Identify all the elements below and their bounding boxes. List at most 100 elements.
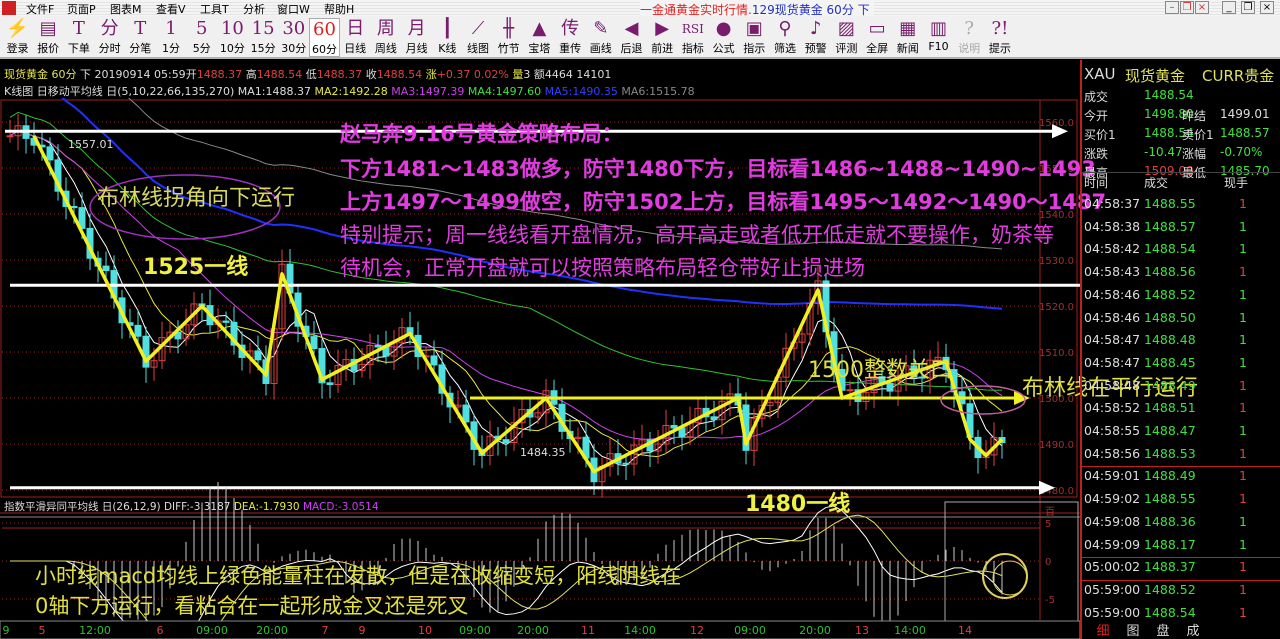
toolbar-label: 30分 bbox=[281, 42, 307, 55]
tick-volume: 1 bbox=[1239, 241, 1247, 257]
indicator-icon: ▣ bbox=[745, 18, 763, 39]
tick-price: 1488.55 bbox=[1144, 196, 1196, 211]
candle-body bbox=[622, 462, 630, 465]
time-axis-label: 14:00 bbox=[894, 624, 926, 637]
toolbar-label: 公式 bbox=[712, 42, 735, 55]
monthly-icon: 月 bbox=[407, 18, 426, 39]
bar-datetime: 20190914 05:59 bbox=[94, 68, 186, 81]
tab-trades[interactable]: 成 bbox=[1178, 620, 1208, 639]
child-restore-button[interactable]: ❐ bbox=[1180, 1, 1194, 14]
quote-label: 成交 bbox=[1084, 90, 1109, 104]
toolbar-button-60min[interactable]: 60 60分 bbox=[309, 18, 340, 57]
menu-chart[interactable]: 图表M bbox=[110, 1, 142, 17]
toolbar-button-evaluate[interactable]: ▨ 评测 bbox=[831, 18, 862, 57]
toolbar-button-login[interactable]: ⚡ 登录 bbox=[2, 18, 33, 57]
menu-analysis[interactable]: 分析 bbox=[243, 1, 265, 17]
tick-row: 04:58:46 1488.52 1 bbox=[1084, 287, 1280, 309]
tick-price: 1488.52 bbox=[1144, 581, 1196, 597]
toolbar-button-books[interactable]: ▥ F10 bbox=[923, 18, 954, 57]
tick-row: 05:00:02 1488.37 1 bbox=[1084, 559, 1280, 581]
toolbar-button-order[interactable]: T 下单 bbox=[63, 18, 94, 57]
period-label: 60分 bbox=[51, 68, 77, 81]
tick-row: 04:59:09 1488.17 1 bbox=[1084, 537, 1280, 559]
candle-body bbox=[462, 404, 470, 423]
tick-price: 1488.52 bbox=[1144, 286, 1196, 302]
quote-code: XAU bbox=[1084, 65, 1116, 83]
weekly-icon: 周 bbox=[376, 18, 395, 39]
minimize-button[interactable]: _ bbox=[1222, 1, 1236, 14]
toolbar-label: 全屏 bbox=[866, 42, 889, 55]
tick-time: 04:58:42 bbox=[1084, 241, 1141, 257]
toolbar-button-binoculars[interactable]: ⚲ 筛选 bbox=[770, 18, 801, 57]
restore-button[interactable]: ❐ bbox=[1241, 1, 1255, 14]
toolbar-button-tick[interactable]: T 分笔 bbox=[125, 18, 156, 57]
candle-body bbox=[326, 382, 334, 386]
toolbar-label: 线图 bbox=[467, 42, 489, 55]
toolbar-button-1min[interactable]: 1 1分 bbox=[156, 18, 187, 57]
toolbar-button-reload[interactable]: 传重传 bbox=[555, 18, 586, 57]
toolbar-button-intraday[interactable]: 分分时 bbox=[94, 18, 125, 57]
tick-volume: 1 bbox=[1239, 309, 1247, 325]
toolbar-button-candlestick[interactable]: ┃ K线 bbox=[432, 18, 463, 57]
toolbar-label: 月线 bbox=[405, 42, 428, 55]
toolbar-button-indicator[interactable]: ▣ 指示 bbox=[739, 18, 770, 57]
toolbar-button-tips[interactable]: ?! 提示 bbox=[984, 18, 1015, 57]
toolbar-button-news[interactable]: ▦ 新闻 bbox=[892, 18, 923, 57]
order-icon: T bbox=[72, 18, 85, 39]
tick-price: 1488.57 bbox=[1144, 218, 1196, 234]
menu-tools[interactable]: 工具T bbox=[200, 1, 229, 17]
tab-detail[interactable]: 细 bbox=[1088, 620, 1118, 639]
toolbar-button-10min[interactable]: 10 10分 bbox=[217, 18, 248, 57]
toolbar-button-monthly[interactable]: 月月线 bbox=[401, 18, 432, 57]
toolbar-label: 前进 bbox=[651, 42, 674, 55]
toolbar-button-30min[interactable]: 30 30分 bbox=[278, 18, 309, 57]
strategy-line: 特别提示；周一线线看开盘情况，高开高走或者低开低走就不要操作，奶茶等 bbox=[340, 223, 1054, 247]
menu-file[interactable]: 文件F bbox=[26, 1, 54, 17]
menu-help[interactable]: 帮助H bbox=[324, 1, 354, 17]
toolbar-button-forward[interactable]: ▶ 前进 bbox=[647, 18, 678, 57]
tick-volume: 1 bbox=[1239, 581, 1247, 597]
tick-volume: 1 bbox=[1239, 536, 1247, 552]
tab-book[interactable]: 盘 bbox=[1148, 620, 1178, 639]
menu-window[interactable]: 窗口W bbox=[277, 1, 310, 17]
toolbar-label: 说明 bbox=[958, 42, 981, 55]
change-pct: 0.02% bbox=[473, 68, 509, 81]
toolbar-label: 报价 bbox=[37, 42, 60, 55]
price-axis-label: 1490.0 bbox=[1039, 440, 1074, 451]
toolbar-button-alert-bell[interactable]: ♪ 预警 bbox=[800, 18, 831, 57]
toolbar-button-back[interactable]: ◀ 后退 bbox=[616, 18, 647, 57]
time-axis-label: 14 bbox=[958, 624, 972, 637]
menu-page[interactable]: 页面P bbox=[67, 1, 96, 17]
time-axis-label: 6 bbox=[157, 624, 164, 637]
tick-price: 1488.37 bbox=[1144, 559, 1196, 575]
toolbar-button-pencil[interactable]: ✎ 画线 bbox=[585, 18, 616, 57]
toolbar-button-daily[interactable]: 日日线 bbox=[340, 18, 371, 57]
toolbar-button-fullscreen[interactable]: ▭ 全屏 bbox=[862, 18, 893, 57]
toolbar-button-5min[interactable]: 5 5分 bbox=[186, 18, 217, 57]
login-icon: ⚡ bbox=[6, 18, 29, 39]
title-symbol: 129现货黄金 60分 下 bbox=[751, 3, 870, 17]
app-logo-icon bbox=[2, 1, 16, 15]
time-axis-label: 20:00 bbox=[517, 624, 549, 637]
toolbar-button-quote[interactable]: ▤ 报价 bbox=[33, 18, 64, 57]
back-icon: ◀ bbox=[624, 18, 639, 39]
toolbar-button-weekly[interactable]: 周周线 bbox=[370, 18, 401, 57]
annotation-bollinger-down: 布林线拐角向下运行 bbox=[97, 186, 296, 211]
toolbar-button-bamboo[interactable]: ╫ 竹节 bbox=[493, 18, 524, 57]
tick-volume: 1 bbox=[1239, 332, 1247, 348]
tab-chart[interactable]: 图 bbox=[1118, 620, 1148, 639]
toolbar-button-tower[interactable]: ▲ 宝塔 bbox=[524, 18, 555, 57]
toolbar-button-formula[interactable]: ● 公式 bbox=[708, 18, 739, 57]
ma-legend: K线图 日移动平均线 日(5,10,22,66,135,270) MA1:148… bbox=[4, 83, 695, 99]
child-minimize-button[interactable]: – bbox=[1165, 1, 1179, 14]
time-axis-label: 7 bbox=[322, 624, 329, 637]
toolbar-button-15min[interactable]: 15 15分 bbox=[248, 18, 279, 57]
tick-row: 04:58:47 1488.48 1 bbox=[1084, 332, 1280, 354]
annotation-1480-line: 1480一线 bbox=[745, 492, 851, 517]
toolbar-button-line-chart[interactable]: ⟋ 线图 bbox=[463, 18, 494, 57]
toolbar-button-help[interactable]: ? 说明 bbox=[954, 18, 985, 57]
child-close-button[interactable]: × bbox=[1195, 1, 1209, 14]
toolbar-button-rsi[interactable]: RSI 指标 bbox=[677, 18, 708, 57]
close-button[interactable]: × bbox=[1260, 1, 1274, 14]
menu-view[interactable]: 查看V bbox=[156, 1, 186, 17]
